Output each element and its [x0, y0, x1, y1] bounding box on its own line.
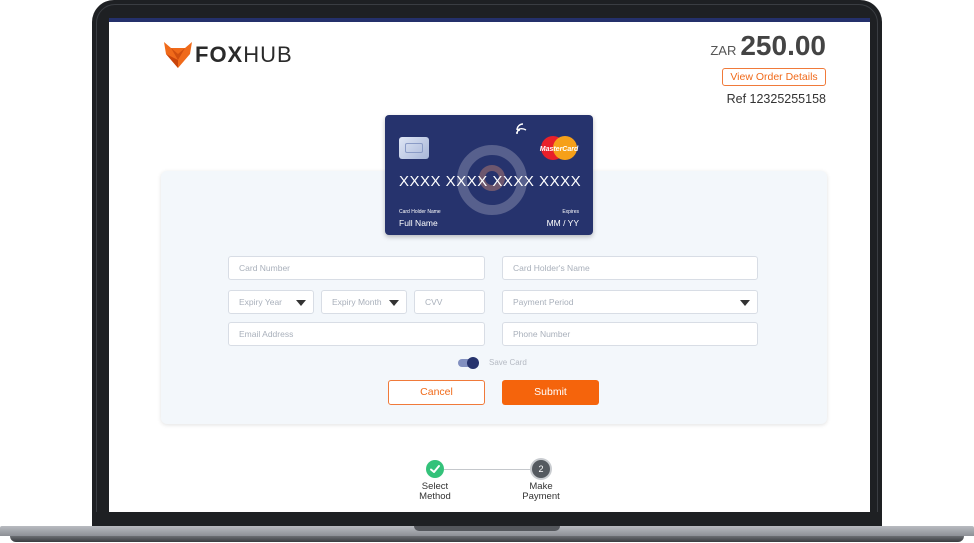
- submit-button[interactable]: Submit: [502, 380, 599, 405]
- foxhub-logo[interactable]: FOXHUB: [164, 40, 293, 70]
- view-order-details-button[interactable]: View Order Details: [722, 68, 826, 86]
- chevron-down-icon: [389, 300, 399, 306]
- svg-text:MasterCard: MasterCard: [540, 146, 579, 153]
- checkout-screen: FOXHUB ZAR 250.00 View Order Details Ref…: [109, 18, 870, 512]
- fox-icon: [164, 40, 192, 70]
- card-holder-label: Card Holder Name: [399, 209, 441, 215]
- cvv-input[interactable]: CVV: [414, 290, 485, 314]
- payment-period-placeholder: Payment Period: [513, 297, 574, 307]
- laptop-notch: [414, 526, 560, 531]
- expiry-month-select[interactable]: Expiry Month: [321, 290, 407, 314]
- payment-period-select[interactable]: Payment Period: [502, 290, 758, 314]
- amount-value: 250.00: [740, 30, 826, 61]
- toggle-knob: [467, 357, 479, 369]
- order-amount: ZAR 250.00: [710, 30, 826, 62]
- phone-number-input[interactable]: Phone Number: [502, 322, 758, 346]
- laptop-base: [0, 512, 974, 543]
- card-number-input[interactable]: Card Number: [228, 256, 485, 280]
- top-accent-bar: [109, 18, 870, 22]
- currency-code: ZAR: [710, 43, 737, 58]
- card-holder-value: Full Name: [399, 218, 438, 228]
- cancel-button[interactable]: Cancel: [388, 380, 485, 405]
- save-card-toggle[interactable]: [458, 357, 480, 369]
- mastercard-logo-icon: MasterCard: [539, 135, 579, 161]
- expiry-year-select[interactable]: Expiry Year: [228, 290, 314, 314]
- expiry-year-placeholder: Expiry Year: [239, 297, 282, 307]
- card-number-preview: XXXX XXXX XXXX XXXX: [399, 173, 582, 190]
- contactless-icon: [515, 123, 529, 138]
- card-preview: MasterCard XXXX XXXX XXXX XXXX Card Hold…: [385, 115, 593, 235]
- step-1-label: Select Method: [419, 481, 451, 502]
- email-address-input[interactable]: Email Address: [228, 322, 485, 346]
- expires-label: Expires: [562, 209, 579, 215]
- expires-value: MM / YY: [546, 218, 579, 228]
- expiry-month-placeholder: Expiry Month: [332, 297, 382, 307]
- step-2-label: Make Payment: [522, 481, 560, 502]
- step-2-indicator: 2: [532, 460, 550, 478]
- chip-icon: [399, 137, 429, 159]
- order-reference: Ref 12325255158: [726, 92, 826, 106]
- stepper-connector: [444, 469, 536, 470]
- chevron-down-icon: [296, 300, 306, 306]
- step-1-complete-check-icon: [426, 460, 444, 478]
- chevron-down-icon: [740, 300, 750, 306]
- save-card-label: Save Card: [489, 358, 527, 367]
- card-holder-name-input[interactable]: Card Holder's Name: [502, 256, 758, 280]
- logo-text: FOXHUB: [195, 42, 293, 67]
